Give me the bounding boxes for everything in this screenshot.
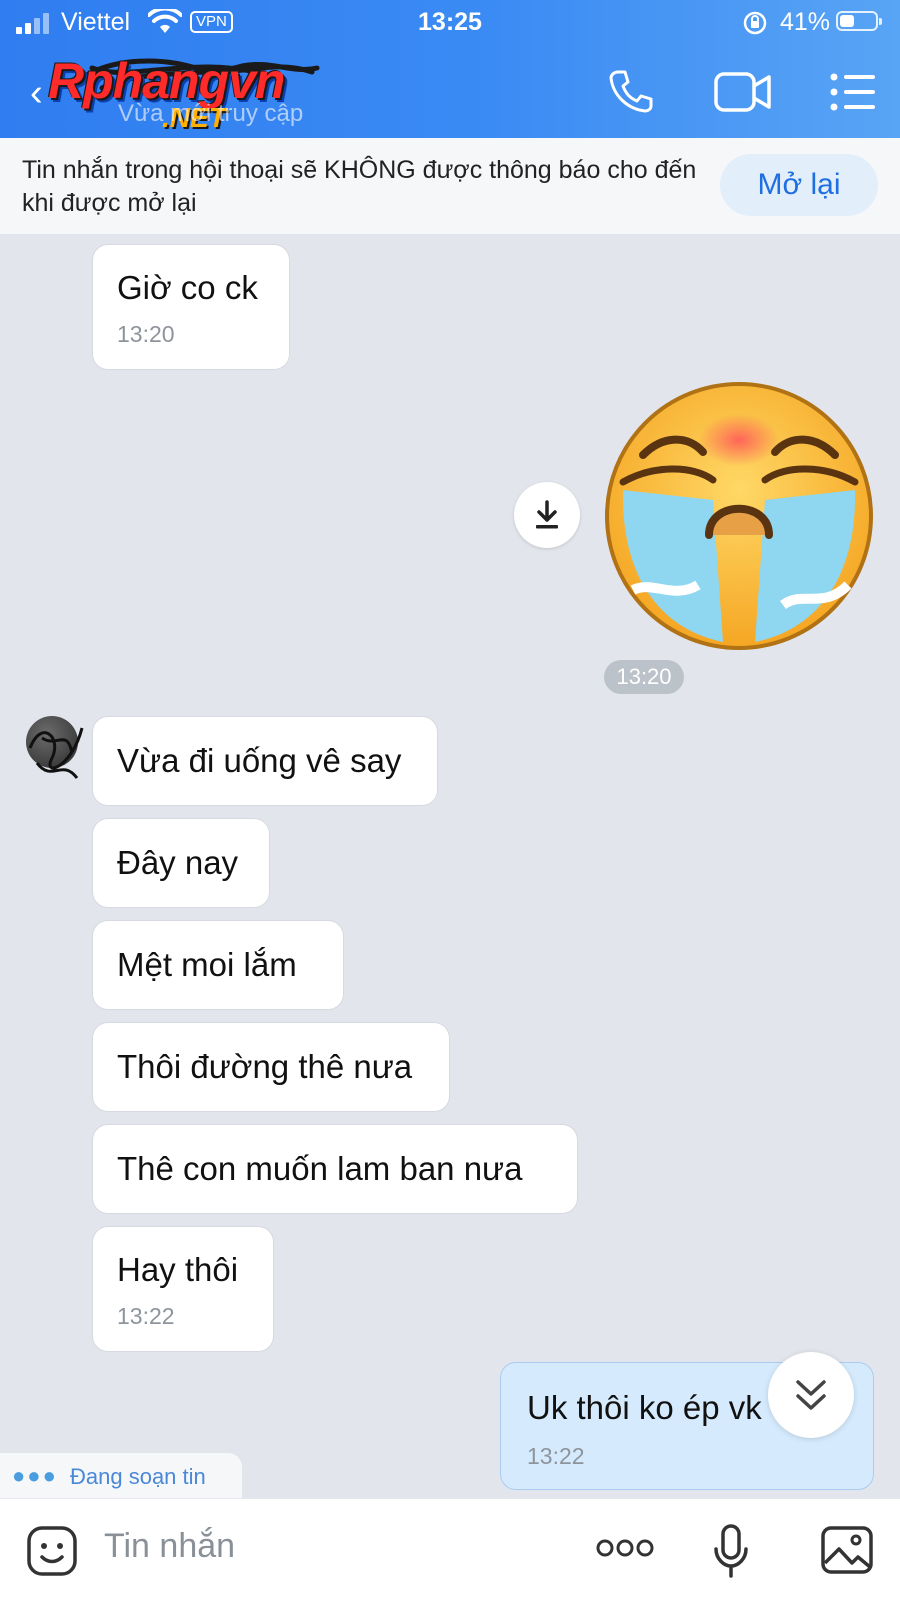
rotation-lock-icon (743, 11, 767, 35)
back-icon[interactable]: ‹ (30, 72, 43, 115)
battery-percent: 41% (780, 8, 831, 36)
message-bubble[interactable]: Vừa đi uống vê say (92, 716, 438, 806)
menu-icon[interactable] (830, 72, 876, 112)
chat-header: Viettel VPN 13:25 41% ‹ Rphangvn .NET Vừ… (0, 0, 900, 138)
message-text: Giờ co ck (117, 269, 258, 306)
message-bubble[interactable]: Đây nay (92, 818, 270, 908)
mute-notice: Tin nhắn trong hội thoại sẽ KHÔNG được t… (0, 138, 900, 234)
message-text: Hay thôi (117, 1251, 239, 1288)
message-text: Đây nay (117, 844, 239, 881)
battery-icon (836, 11, 882, 31)
avatar[interactable] (26, 716, 84, 779)
battery-level (840, 15, 854, 27)
double-chevron-down-icon (796, 1380, 826, 1410)
video-call-icon[interactable] (714, 72, 772, 112)
message-bubble[interactable]: Thê con muốn lam ban nưa (92, 1124, 578, 1214)
message-bubble[interactable]: Giờ co ck 13:20 (92, 244, 290, 370)
sticker-icon[interactable] (26, 1525, 78, 1577)
message-text: Mệt moi lắm (117, 946, 297, 983)
mute-notice-text: Tin nhắn trong hội thoại sẽ KHÔNG được t… (22, 156, 697, 217)
message-text: Vừa đi uống vê say (117, 742, 402, 779)
message-input-bar: Tin nhắn (0, 1498, 900, 1601)
avatar-scribble (28, 727, 84, 779)
typing-indicator: ●●● Đang soạn tin (0, 1453, 242, 1499)
message-text: Thôi đường thê nưa (117, 1048, 413, 1085)
reopen-button[interactable]: Mở lại (720, 154, 878, 216)
download-button[interactable] (514, 482, 580, 548)
typing-dots-icon: ●●● (12, 1463, 58, 1488)
scroll-to-bottom-button[interactable] (768, 1352, 854, 1438)
microphone-icon[interactable] (712, 1523, 750, 1579)
contact-status: Vừa mới truy cập (118, 100, 304, 127)
message-input[interactable]: Tin nhắn (104, 1527, 235, 1566)
phone-icon[interactable] (608, 68, 654, 114)
image-icon[interactable] (820, 1525, 874, 1575)
crying-face-sticker[interactable] (603, 380, 875, 652)
message-text: Thê con muốn lam ban nưa (117, 1150, 523, 1187)
message-time: 13:22 (527, 1443, 585, 1469)
more-icon[interactable] (596, 1537, 654, 1559)
message-bubble[interactable]: Hay thôi 13:22 (92, 1226, 274, 1352)
status-bar: Viettel VPN 13:25 41% (0, 0, 900, 46)
message-bubble[interactable]: Mệt moi lắm (92, 920, 344, 1010)
download-icon (536, 500, 558, 529)
typing-text: Đang soạn tin (70, 1464, 206, 1489)
timestamp-pill: 13:20 (604, 660, 684, 694)
message-bubble[interactable]: Thôi đường thê nưa (92, 1022, 450, 1112)
message-time: 13:22 (117, 1303, 175, 1329)
message-time: 13:20 (117, 321, 175, 347)
message-text: Uk thôi ko ép vk (527, 1389, 762, 1426)
